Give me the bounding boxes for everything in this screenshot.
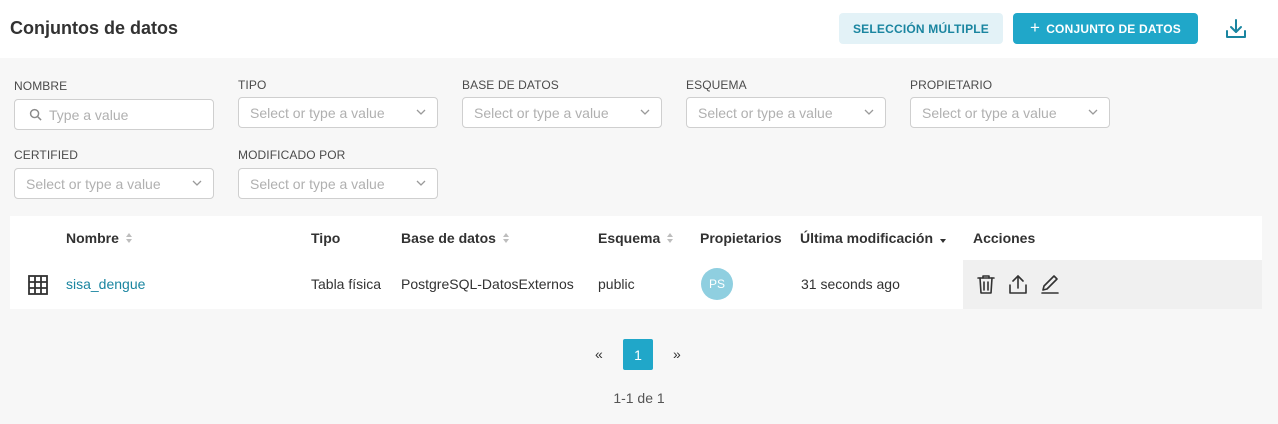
- column-header-label: Tipo: [311, 230, 341, 246]
- filter-nombre-input[interactable]: Type a value: [14, 99, 214, 130]
- column-header-label: Última modificación: [800, 230, 934, 246]
- share-icon[interactable]: [1007, 273, 1029, 295]
- chevron-down-icon: [416, 109, 426, 115]
- column-header-esquema[interactable]: Esquema: [598, 230, 674, 246]
- filter-base-label: BASE DE DATOS: [462, 78, 559, 92]
- column-header-label: Propietarios: [700, 230, 782, 246]
- column-header-label: Base de datos: [401, 230, 496, 246]
- chevron-down-icon: [864, 109, 874, 115]
- sort-icon: [502, 233, 509, 243]
- dataset-name-link[interactable]: sisa_dengue: [66, 276, 145, 292]
- page-header: Conjuntos de datos SELECCIÓN MÚLTIPLE + …: [0, 0, 1278, 58]
- column-header-modificacion[interactable]: Última modificación: [800, 230, 947, 246]
- column-header-label: Acciones: [973, 230, 1036, 246]
- search-icon: [29, 108, 42, 121]
- edit-icon[interactable]: [1039, 273, 1061, 295]
- chevron-down-icon: [192, 180, 202, 186]
- sort-icon: [667, 233, 674, 243]
- column-header-label: Nombre: [66, 230, 119, 246]
- pagination-range: 1-1 de 1: [613, 390, 665, 406]
- filter-certified-select[interactable]: Select or type a value: [14, 168, 214, 199]
- filter-propietario-label: PROPIETARIO: [910, 78, 993, 92]
- dataset-schema: public: [598, 276, 635, 292]
- prev-page-button[interactable]: «: [595, 346, 603, 362]
- chevron-down-icon: [640, 109, 650, 115]
- trash-icon[interactable]: [975, 273, 997, 295]
- sort-desc-icon: [940, 239, 947, 243]
- column-header-nombre[interactable]: Nombre: [66, 230, 133, 246]
- sort-icon: [125, 233, 132, 243]
- filter-modificado-select[interactable]: Select or type a value: [238, 168, 438, 199]
- filter-esquema-label: ESQUEMA: [686, 78, 747, 92]
- filter-nombre-placeholder: Type a value: [49, 106, 129, 123]
- page-title: Conjuntos de datos: [10, 18, 178, 38]
- add-dataset-label: CONJUNTO DE DATOS: [1046, 21, 1181, 36]
- dataset-database: PostgreSQL-DatosExternos: [401, 276, 574, 292]
- filter-modificado-placeholder: Select or type a value: [250, 175, 385, 192]
- filter-tipo-placeholder: Select or type a value: [250, 104, 385, 121]
- filter-certified-label: CERTIFIED: [14, 148, 79, 162]
- column-header-tipo: Tipo: [311, 230, 340, 246]
- next-page-button[interactable]: »: [673, 346, 681, 362]
- filter-esquema-select[interactable]: Select or type a value: [686, 97, 886, 128]
- filter-certified-placeholder: Select or type a value: [26, 175, 161, 192]
- column-header-base[interactable]: Base de datos: [401, 230, 510, 246]
- bulk-select-button[interactable]: SELECCIÓN MÚLTIPLE: [839, 13, 1003, 44]
- datasets-table: Nombre Tipo Base de datos Esquema Propie…: [10, 216, 1262, 309]
- filter-propietario-placeholder: Select or type a value: [922, 104, 1057, 121]
- chevron-down-icon: [416, 180, 426, 186]
- filter-nombre-label: NOMBRE: [14, 79, 68, 93]
- avatar[interactable]: PS: [701, 268, 733, 300]
- plus-icon: +: [1030, 18, 1041, 37]
- column-header-propietarios: Propietarios: [700, 230, 782, 246]
- filter-base-placeholder: Select or type a value: [474, 104, 609, 121]
- column-header-label: Esquema: [598, 230, 661, 246]
- filter-esquema-placeholder: Select or type a value: [698, 104, 833, 121]
- add-dataset-button[interactable]: + CONJUNTO DE DATOS: [1013, 13, 1198, 44]
- chevron-down-icon: [1088, 109, 1098, 115]
- filter-base-select[interactable]: Select or type a value: [462, 97, 662, 128]
- filter-tipo-select[interactable]: Select or type a value: [238, 97, 438, 128]
- dataset-type: Tabla física: [311, 276, 382, 292]
- column-header-acciones: Acciones: [973, 230, 1035, 246]
- table-icon: [28, 275, 48, 295]
- download-icon[interactable]: [1224, 17, 1248, 41]
- filter-tipo-label: TIPO: [238, 78, 267, 92]
- dataset-modified: 31 seconds ago: [801, 276, 900, 292]
- filter-modificado-label: MODIFICADO POR: [238, 148, 346, 162]
- filter-propietario-select[interactable]: Select or type a value: [910, 97, 1110, 128]
- page-number-button[interactable]: 1: [623, 339, 653, 370]
